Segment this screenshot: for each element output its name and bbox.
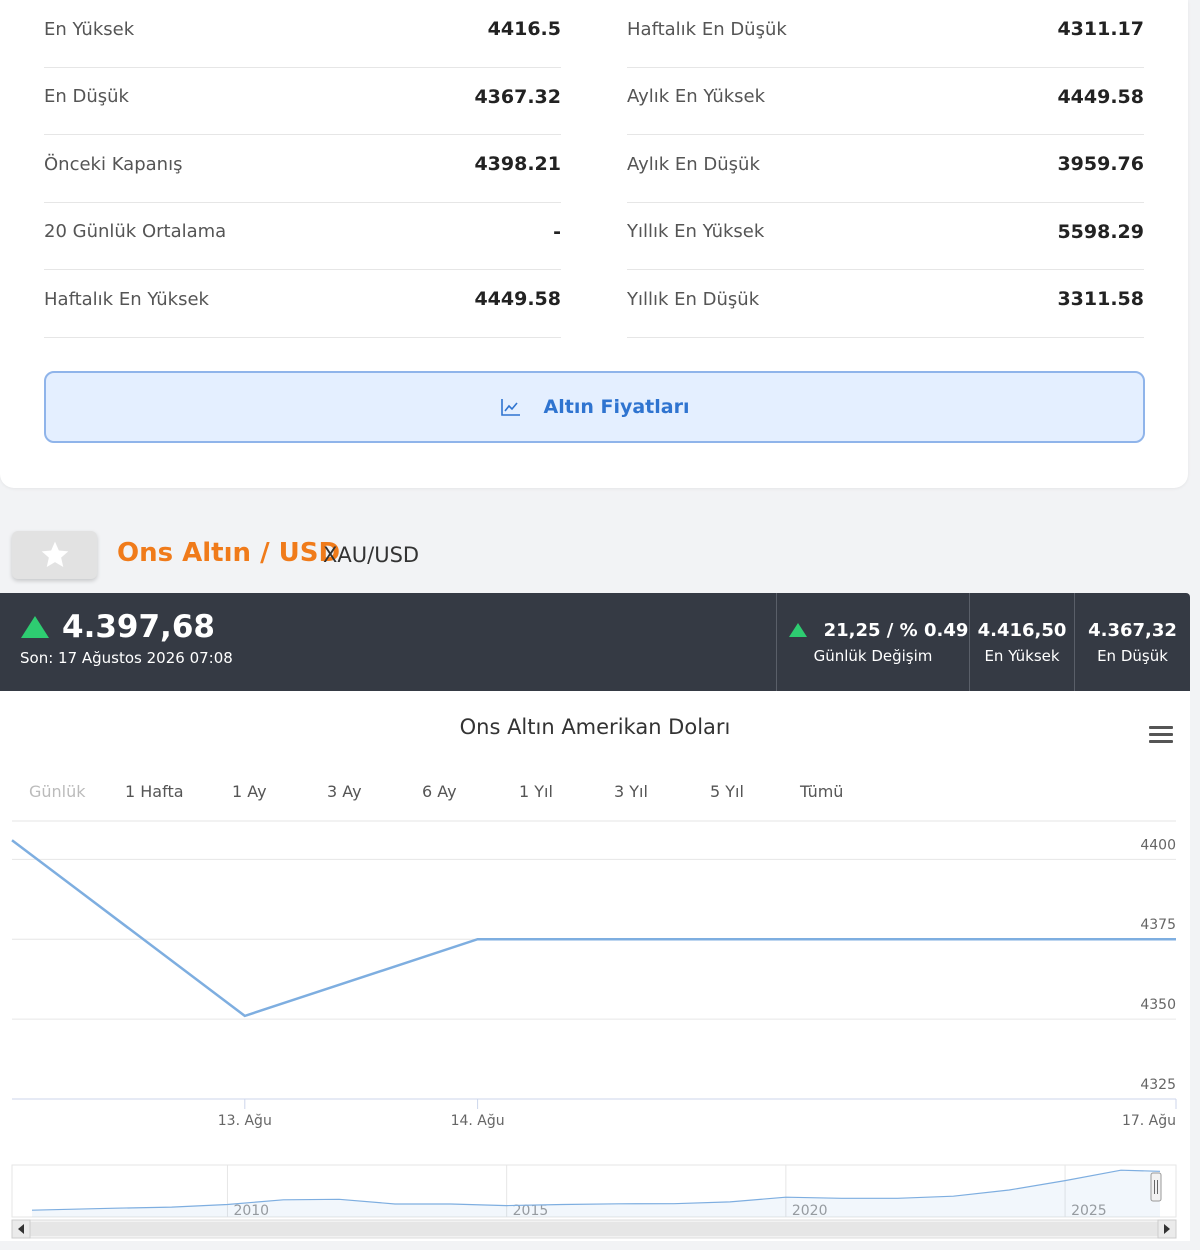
stat-value: 4416.5 xyxy=(487,18,561,41)
stat-row: En Yüksek 4416.5 xyxy=(44,0,561,68)
daily-change-cell: 21,25 / % 0.49 Günlük Değişim xyxy=(776,593,969,691)
stat-value: - xyxy=(553,220,561,243)
stat-row: Haftalık En Yüksek 4449.58 xyxy=(44,270,561,338)
stat-value: 4398.21 xyxy=(474,153,561,176)
scrollbar-thumb xyxy=(30,1222,1158,1236)
stat-value: 3959.76 xyxy=(1057,153,1144,176)
stat-label: Haftalık En Düşük xyxy=(627,18,787,40)
stat-label: 20 Günlük Ortalama xyxy=(44,221,227,243)
asset-code: XAU/USD xyxy=(323,543,420,567)
high-cell: 4.416,50 En Yüksek xyxy=(969,593,1074,691)
stat-value: 4311.17 xyxy=(1057,18,1144,41)
x-tick-label: 13. Ağu xyxy=(218,1113,272,1129)
stat-value: 4367.32 xyxy=(474,85,561,108)
y-tick-label: 4325 xyxy=(1140,1077,1176,1093)
gold-prices-button[interactable]: Altın Fiyatları xyxy=(44,371,1145,443)
stat-value: 3311.58 xyxy=(1057,288,1144,311)
stat-label: En Yüksek xyxy=(44,18,135,40)
stat-value: 4449.58 xyxy=(474,288,561,311)
low-cell: 4.367,32 En Düşük xyxy=(1074,593,1190,691)
low-value: 4.367,32 xyxy=(1088,619,1177,641)
y-tick-label: 4375 xyxy=(1140,917,1176,933)
stats-card: En Yüksek 4416.5 En Düşük 4367.32 Önceki Kap… xyxy=(0,0,1188,488)
stat-row: En Düşük 4367.32 xyxy=(44,68,561,135)
series-line xyxy=(11,839,1176,1018)
stat-label: Önceki Kapanış xyxy=(44,153,183,175)
stat-row: Yıllık En Yüksek 5598.29 xyxy=(627,203,1144,270)
stats-column-left: En Yüksek 4416.5 En Düşük 4367.32 Önceki Kap… xyxy=(44,0,561,338)
stat-row: Haftalık En Düşük 4311.17 xyxy=(627,0,1144,68)
stat-row: Önceki Kapanış 4398.21 xyxy=(44,135,561,203)
stat-value: 4449.58 xyxy=(1057,85,1144,108)
stats-column-right: Haftalık En Düşük 4311.17 Aylık En Yüksek 4… xyxy=(627,0,1144,338)
x-tick-label: 17. Ağu xyxy=(1122,1113,1176,1129)
x-tick-label: 14. Ağu xyxy=(451,1113,505,1129)
stat-value: 5598.29 xyxy=(1057,220,1144,243)
up-triangle-icon xyxy=(788,623,807,637)
star-icon xyxy=(41,541,68,567)
stat-row: Aylık En Yüksek 4449.58 xyxy=(627,68,1144,135)
daily-change-value: 21,25 / % 0.49 xyxy=(823,619,969,641)
price-bar: 4.397,68 Son: 17 Ağustos 2026 07:08 21,2… xyxy=(0,593,1190,691)
chart-panel: Ons Altın Amerikan Doları Günlük 1 Hafta 1… xyxy=(0,691,1190,1241)
navigator-handle xyxy=(1150,1172,1162,1202)
price-chart: 432543504375440013. Ağu14. Ağu17. Ağu201… xyxy=(11,820,1177,1239)
asset-title: Ons Altın / USD xyxy=(117,538,341,568)
favorite-button[interactable] xyxy=(12,531,97,579)
y-tick-label: 4400 xyxy=(1140,837,1176,853)
y-tick-label: 4350 xyxy=(1140,997,1176,1013)
stat-row: Yıllık En Düşük 3311.58 xyxy=(627,270,1144,338)
stat-label: Haftalık En Yüksek xyxy=(44,288,209,310)
high-value: 4.416,50 xyxy=(977,619,1067,641)
high-label: En Yüksek xyxy=(984,646,1060,665)
stat-label: Aylık En Yüksek xyxy=(627,86,766,108)
stat-label: Yıllık En Düşük xyxy=(627,288,760,310)
stat-label: Aylık En Düşük xyxy=(627,153,760,175)
line-chart-icon xyxy=(500,399,520,416)
price-main: 4.397,68 xyxy=(20,609,215,645)
low-label: En Düşük xyxy=(1097,646,1168,665)
stat-label: Yıllık En Yüksek xyxy=(627,221,765,243)
up-triangle-icon xyxy=(21,616,49,638)
price-value: 4.397,68 xyxy=(62,609,215,645)
gold-prices-button-label: Altın Fiyatları xyxy=(543,396,690,418)
daily-change-label: Günlük Değişim xyxy=(813,646,933,665)
stat-row: 20 Günlük Ortalama - xyxy=(44,203,561,270)
price-updated: Son: 17 Ağustos 2026 07:08 xyxy=(20,649,233,667)
stat-row: Aylık En Düşük 3959.76 xyxy=(627,135,1144,203)
stat-label: En Düşük xyxy=(44,86,129,108)
